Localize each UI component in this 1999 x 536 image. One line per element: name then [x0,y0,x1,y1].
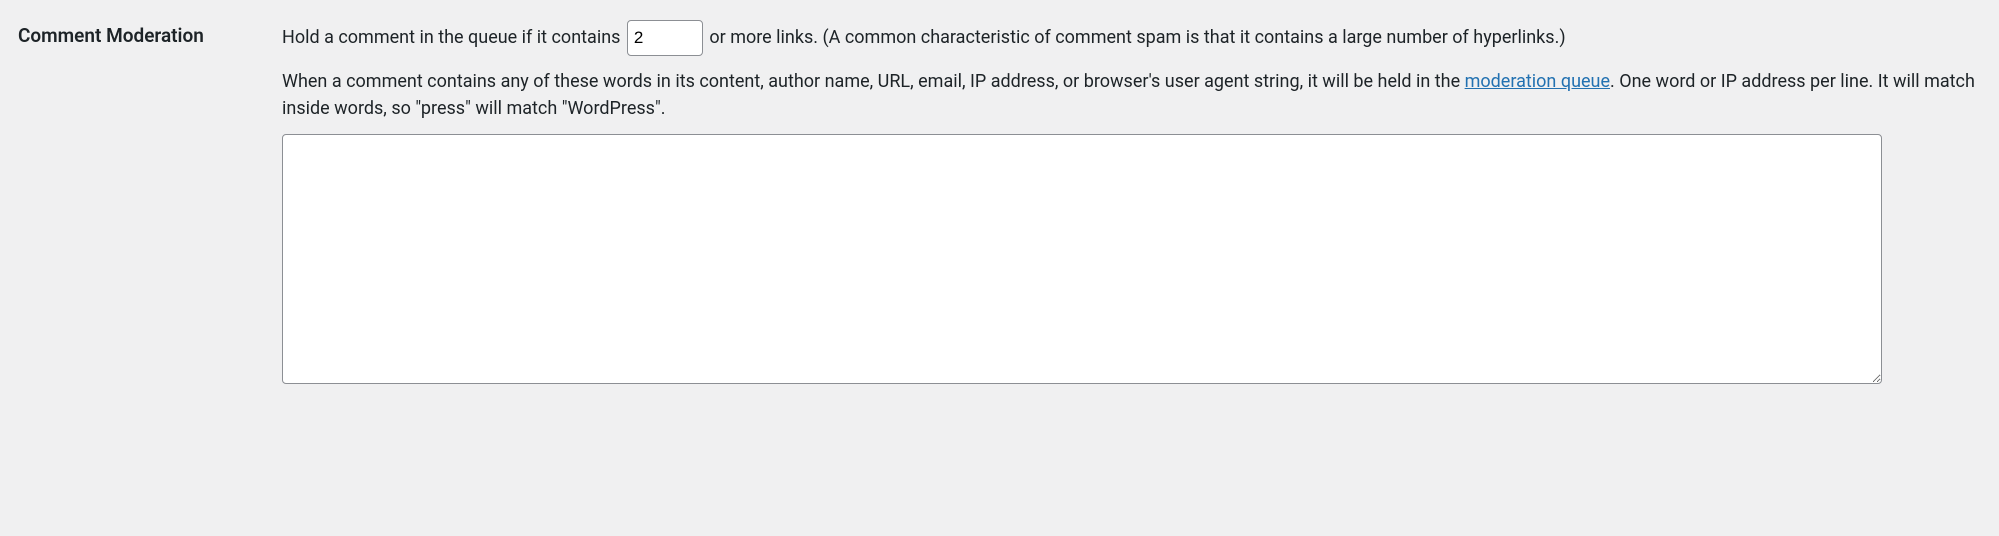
max-links-description: Hold a comment in the queue if it contai… [282,20,1987,56]
max-links-text-before: Hold a comment in the queue if it contai… [282,27,625,48]
max-links-input[interactable] [627,20,703,56]
moderation-keys-textarea[interactable] [282,134,1882,384]
section-heading: Comment Moderation [0,10,270,402]
moderation-keys-description: When a comment contains any of these wor… [282,68,1987,122]
max-links-text-after: or more links. (A common characteristic … [709,27,1565,48]
moderation-desc-before: When a comment contains any of these wor… [282,71,1465,92]
moderation-queue-link[interactable]: moderation queue [1465,71,1610,92]
